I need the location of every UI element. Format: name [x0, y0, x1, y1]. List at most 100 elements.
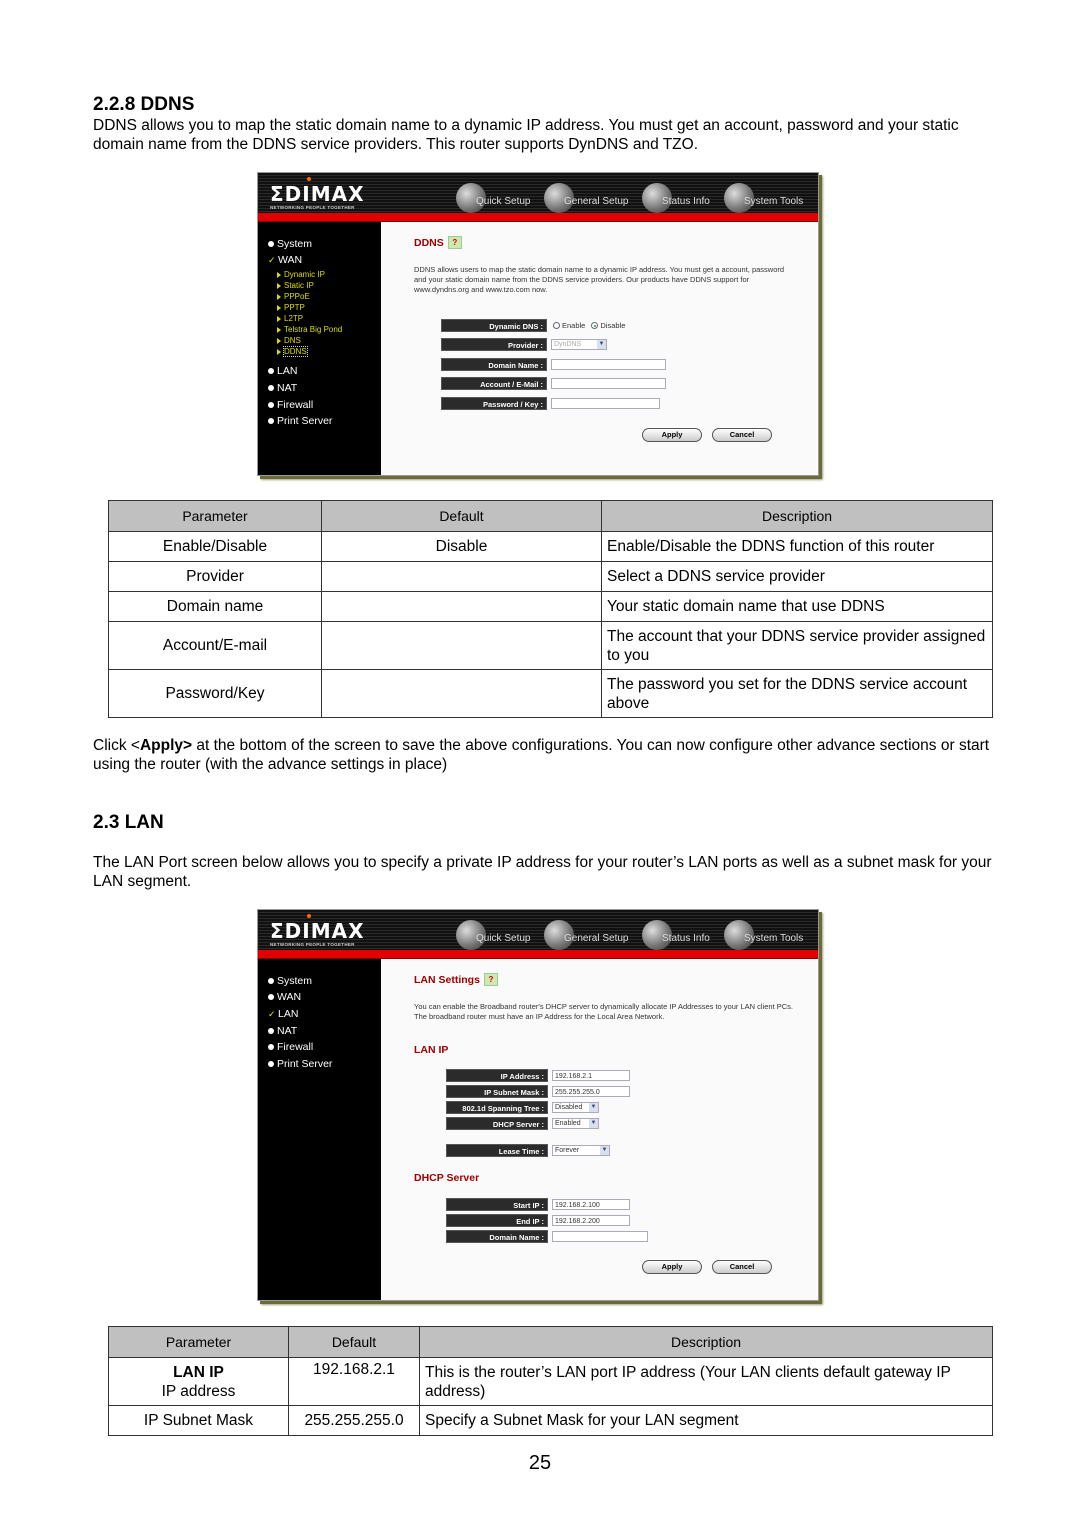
sidebar-item-wan[interactable]: ✓ WAN [268, 254, 302, 266]
lease-time-label: Lease Time : [446, 1144, 548, 1157]
ddns-intro-text: DDNS allows you to map the static domain… [93, 117, 959, 153]
spanning-tree-label: 802.1d Spanning Tree : [446, 1101, 548, 1114]
help-icon[interactable]: ? [483, 973, 498, 986]
param-cell: Domain name [108, 591, 322, 622]
sidebar-subitem-dynamic-ip[interactable]: Dynamic IP [277, 270, 325, 279]
sidebar-item-system[interactable]: System [268, 975, 312, 987]
start-ip-row: Start IP : 192.168.2.100 [446, 1198, 630, 1211]
lan-settings-description: You can enable the Broadband router's DH… [414, 1002, 793, 1021]
provider-select[interactable]: DynDNS ▼ [551, 339, 607, 350]
dhcp-server-select[interactable]: Enabled ▼ [552, 1118, 599, 1129]
arrow-icon [277, 271, 281, 278]
bullet-icon [268, 1061, 274, 1067]
cancel-button[interactable]: Cancel [712, 428, 772, 442]
nav-quick-setup[interactable]: Quick Setup [456, 179, 530, 213]
sidebar-item-lan[interactable]: LAN [268, 365, 297, 377]
lan-ip-heading: LAN IP [414, 1044, 449, 1056]
arrow-icon [277, 337, 281, 344]
nav-status-info[interactable]: Status Info [642, 916, 710, 950]
default-cell [321, 669, 602, 718]
param-cell: Password/Key [108, 669, 322, 718]
disable-radio[interactable]: Disable [591, 321, 625, 330]
ip-address-row: IP Address : 192.168.2.1 [446, 1069, 630, 1082]
sidebar-subitem-dns[interactable]: DNS [277, 336, 301, 345]
ddns-screen-description: DDNS allows users to map the static doma… [414, 265, 785, 294]
logo-tagline: NETWORKING PEOPLE TOGETHER [270, 205, 355, 210]
account-label: Account / E-Mail : [441, 377, 547, 390]
check-icon: ✓ [268, 1008, 276, 1019]
radio-selected-icon [591, 322, 599, 329]
sidebar-subitem-pptp[interactable]: PPTP [277, 303, 305, 312]
lease-time-row: Lease Time : Forever ▼ [446, 1144, 610, 1157]
sidebar-item-system[interactable]: System [268, 238, 312, 250]
spanning-tree-select[interactable]: Disabled ▼ [552, 1102, 599, 1113]
domain-name-input[interactable] [551, 359, 666, 370]
sidebar-item-firewall[interactable]: Firewall [268, 1041, 313, 1053]
description-cell: The password you set for the DDNS servic… [601, 669, 993, 718]
table-row: Account/E-mail The account that your DDN… [108, 621, 993, 670]
ddns-sidebar: System ✓ WAN Dynamic IP Static IP PPPoE P… [258, 222, 381, 475]
end-ip-input[interactable]: 192.168.2.200 [552, 1215, 630, 1226]
nav-general-setup[interactable]: General Setup [544, 179, 629, 213]
table-row: LAN IP IP address 192.168.2.1 This is the… [108, 1357, 993, 1406]
lease-time-select[interactable]: Forever ▼ [552, 1145, 610, 1156]
ip-address-input[interactable]: 192.168.2.1 [552, 1070, 630, 1081]
table-row: Domain name Your static domain name that… [108, 591, 993, 622]
lan-router-screenshot: ΣDIMAX NETWORKING PEOPLE TOGETHER Quick … [257, 909, 819, 1301]
table-header-row: Parameter Default Description [108, 1326, 993, 1358]
sidebar-item-print-server[interactable]: Print Server [268, 415, 332, 427]
header-description: Description [601, 500, 993, 532]
arrow-icon [277, 293, 281, 300]
ddns-router-screenshot: ΣDIMAX NETWORKING PEOPLE TOGETHER Quick … [257, 172, 819, 476]
apply-button[interactable]: Apply [642, 428, 702, 442]
password-label: Password / Key : [441, 397, 547, 410]
subnet-mask-row: IP Subnet Mask : 255.255.255.0 [446, 1085, 630, 1098]
page-number: 25 [528, 1452, 552, 1474]
sidebar-subitem-static-ip[interactable]: Static IP [277, 281, 314, 290]
check-icon: ✓ [268, 254, 276, 265]
end-ip-label: End IP : [446, 1214, 548, 1227]
subnet-mask-input[interactable]: 255.255.255.0 [552, 1086, 630, 1097]
sidebar-item-lan[interactable]: ✓ LAN [268, 1008, 298, 1020]
apply-button[interactable]: Apply [642, 1260, 702, 1274]
cancel-button[interactable]: Cancel [712, 1260, 772, 1274]
nav-general-setup[interactable]: General Setup [544, 916, 629, 950]
lan-parameter-table: Parameter Default Description LAN IP IP a… [108, 1326, 993, 1436]
start-ip-input[interactable]: 192.168.2.100 [552, 1199, 630, 1210]
nav-system-tools[interactable]: System Tools [724, 179, 803, 213]
account-input[interactable] [551, 378, 666, 389]
sidebar-item-nat[interactable]: NAT [268, 1025, 297, 1037]
edimax-logo: ΣDIMAX [270, 914, 365, 943]
dhcp-domain-name-row: Domain Name : [446, 1230, 648, 1243]
enable-radio[interactable]: Enable [553, 321, 585, 330]
chevron-down-icon: ▼ [589, 1103, 598, 1112]
ip-address-label: IP Address : [446, 1069, 548, 1082]
chevron-down-icon: ▼ [600, 1146, 609, 1155]
table-row: Provider Select a DDNS service provider [108, 561, 993, 592]
bullet-icon [268, 385, 274, 391]
sidebar-subitem-telstra[interactable]: Telstra Big Pond [277, 325, 342, 334]
sidebar-item-wan[interactable]: WAN [268, 991, 301, 1003]
param-cell: Provider [108, 561, 322, 592]
header-red-bar [258, 950, 818, 959]
table-row: Password/Key The password you set for th… [108, 669, 993, 718]
password-input[interactable] [551, 398, 660, 409]
lan-sidebar: System WAN ✓ LAN NAT Firewall Print Serve… [258, 959, 381, 1300]
dhcp-server-label: DHCP Server : [446, 1117, 548, 1130]
dhcp-server-heading: DHCP Server [414, 1172, 480, 1184]
sidebar-subitem-pppoe[interactable]: PPPoE [277, 292, 310, 301]
end-ip-row: End IP : 192.168.2.200 [446, 1214, 630, 1227]
sidebar-item-firewall[interactable]: Firewall [268, 399, 313, 411]
header-parameter: Parameter [108, 1326, 289, 1358]
nav-system-tools[interactable]: System Tools [724, 916, 803, 950]
nav-status-info[interactable]: Status Info [642, 179, 710, 213]
sidebar-item-nat[interactable]: NAT [268, 382, 297, 394]
dhcp-domain-name-input[interactable] [552, 1231, 648, 1242]
nav-quick-setup[interactable]: Quick Setup [456, 916, 530, 950]
help-icon[interactable]: ? [447, 236, 462, 249]
sidebar-subitem-l2tp[interactable]: L2TP [277, 314, 303, 323]
sidebar-subitem-ddns[interactable]: DDNS [277, 346, 308, 357]
subnet-mask-label: IP Subnet Mask : [446, 1085, 548, 1098]
router-header: ΣDIMAX NETWORKING PEOPLE TOGETHER Quick … [258, 910, 818, 950]
sidebar-item-print-server[interactable]: Print Server [268, 1058, 332, 1070]
